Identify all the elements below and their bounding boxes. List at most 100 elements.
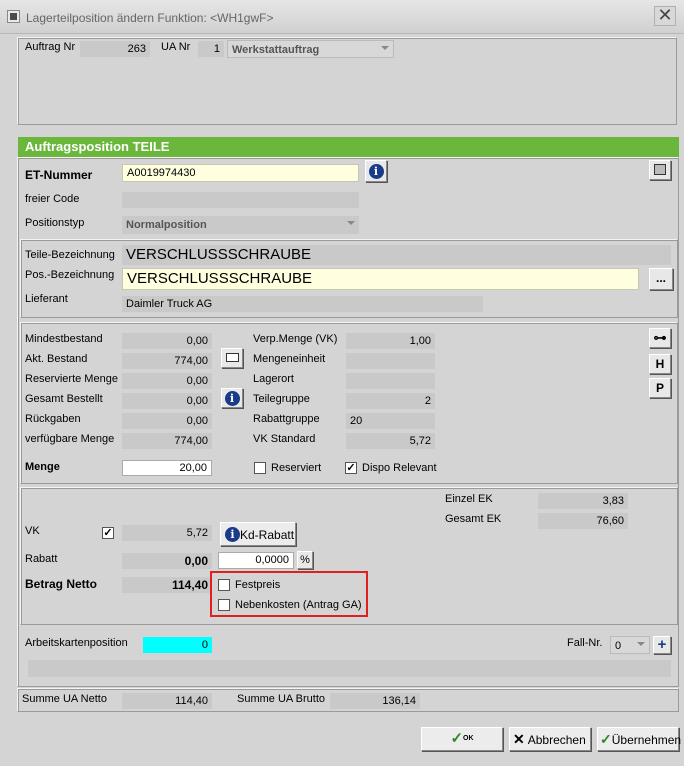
teile-bezeichnung-label: Teile-Bezeichnung — [25, 249, 115, 261]
key-icon: ⊶ — [653, 330, 667, 345]
ua-nr-field: 1 — [198, 41, 224, 57]
betrag-netto-field: 114,40 — [122, 577, 212, 593]
reservierte-menge-field: 0,00 — [122, 373, 212, 389]
freier-code-label: freier Code — [25, 193, 80, 205]
lieferant-label: Lieferant — [25, 293, 68, 305]
uebernehmen-label: Übernehmen — [611, 733, 682, 747]
positionstyp-select[interactable]: Normalposition — [122, 216, 359, 234]
betrag-netto-label: Betrag Netto — [25, 577, 98, 591]
abbrechen-button[interactable]: ✕ Abbrechen — [509, 727, 591, 751]
pos-bezeichnung-more-button[interactable]: ... — [649, 268, 673, 290]
gesamt-bestellt-field: 0,00 — [122, 393, 212, 409]
menge-input[interactable]: 20,00 — [122, 460, 212, 476]
dispo-relevant-checkbox[interactable]: ✓ — [345, 462, 357, 474]
section-header: Auftragsposition TEILE — [18, 137, 679, 157]
mengeneinheit-field — [346, 353, 435, 369]
verp-menge-field: 1,00 — [346, 333, 435, 349]
prozent-button[interactable]: % — [297, 551, 313, 569]
auftrag-nr-label: Auftrag Nr — [25, 41, 76, 53]
festpreis-label: Festpreis — [235, 579, 281, 591]
chevron-down-icon — [347, 221, 355, 225]
summe-brutto-field: 136,14 — [330, 693, 420, 709]
auftragsart-value: Werkstattauftrag — [232, 44, 320, 56]
calculator-icon — [654, 164, 666, 175]
festpreis-checkbox[interactable] — [218, 579, 230, 591]
calculator-button[interactable] — [649, 160, 671, 180]
checkmark-icon: ✓ — [103, 527, 113, 539]
chevron-down-icon — [381, 46, 389, 50]
rueckgaben-field: 0,00 — [122, 413, 212, 429]
rabatt-label: Rabatt — [25, 553, 58, 565]
checkmark-icon: ✓ — [600, 731, 612, 747]
einzel-ek-field: 3,83 — [538, 493, 628, 509]
gesamt-bestellt-label: Gesamt Bestellt — [25, 393, 103, 405]
lagerort-label: Lagerort — [253, 373, 294, 385]
verfuegbare-menge-label: verfügbare Menge — [25, 433, 115, 445]
title-bar: Lagerteilposition ändern Funktion: <WH1g… — [0, 0, 684, 34]
rabattgruppe-field: 20 — [346, 413, 435, 429]
auftragsart-select[interactable]: Werkstattauftrag — [227, 40, 394, 58]
vk-label: VK — [25, 525, 40, 537]
note-icon — [225, 353, 239, 362]
summe-netto-label: Summe UA Netto — [22, 693, 107, 705]
vk-standard-field: 5,72 — [346, 433, 435, 449]
verp-menge-label: Verp.Menge (VK) — [253, 333, 338, 345]
arbeitskarte-description-field — [28, 660, 671, 677]
freier-code-field[interactable] — [122, 192, 359, 208]
dispo-relevant-label: Dispo Relevant — [362, 462, 437, 474]
p-button[interactable]: P — [649, 378, 671, 398]
abbrechen-label: Abbrechen — [527, 733, 586, 747]
summe-brutto-label: Summe UA Brutto — [237, 693, 326, 705]
mengeneinheit-label: Mengeneinheit — [253, 353, 326, 365]
uebernehmen-button[interactable]: ✓Übernehmen — [597, 727, 682, 751]
key-button[interactable]: ⊶ — [649, 328, 671, 348]
section-title: Auftragsposition TEILE — [25, 139, 170, 154]
lagerort-field — [346, 373, 435, 389]
et-info-button[interactable]: i — [365, 160, 387, 182]
ok-button[interactable]: ✓OK — [421, 727, 503, 751]
bestand-note-button[interactable] — [221, 348, 243, 368]
add-fall-button[interactable]: + — [653, 636, 671, 654]
teilegruppe-label: Teilegruppe — [253, 393, 310, 405]
menge-label: Menge — [25, 461, 60, 473]
reservierte-menge-label: Reservierte Menge — [25, 373, 118, 385]
h-button[interactable]: H — [649, 354, 671, 374]
checkmark-icon: ✓ — [346, 462, 356, 474]
kd-rabatt-button[interactable]: i Kd-Rabatt — [220, 522, 296, 546]
et-nummer-label: ET-Nummer — [25, 168, 93, 182]
nebenkosten-checkbox[interactable] — [218, 599, 230, 611]
info-icon: i — [225, 527, 240, 543]
vk-checkbox[interactable]: ✓ — [102, 527, 114, 539]
reserviert-checkbox[interactable] — [254, 462, 266, 474]
mindestbestand-label: Mindestbestand — [25, 333, 103, 345]
arbeitskarte-field[interactable]: 0 — [143, 637, 212, 653]
check-icon: ✓ — [450, 730, 464, 747]
rabatt-prozent-input[interactable]: 0,0000 — [218, 552, 294, 569]
vk-standard-label: VK Standard — [253, 433, 316, 445]
et-nummer-input[interactable]: A0019974430 — [122, 164, 359, 182]
vk-field: 5,72 — [122, 525, 212, 541]
rueckgaben-label: Rückgaben — [25, 413, 81, 425]
lieferant-field: Daimler Truck AG — [122, 296, 483, 312]
summe-netto-field: 114,40 — [122, 693, 212, 709]
teile-bezeichnung-field: VERSCHLUSSSCHRAUBE — [122, 245, 671, 265]
window-title: Lagerteilposition ändern Funktion: <WH1g… — [26, 11, 274, 25]
ok-label: OK — [463, 735, 474, 742]
window-icon — [7, 10, 20, 23]
fall-nr-label: Fall-Nr. — [567, 637, 603, 649]
ua-nr-label: UA Nr — [161, 41, 191, 53]
fall-nr-select[interactable]: 0 — [610, 636, 650, 654]
mindestbestand-field: 0,00 — [122, 333, 212, 349]
x-icon: ✕ — [513, 731, 525, 747]
bestand-info-button[interactable]: i — [221, 388, 243, 408]
teilegruppe-field: 2 — [346, 393, 435, 409]
reserviert-label: Reserviert — [271, 462, 322, 474]
gesamt-ek-label: Gesamt EK — [445, 513, 502, 525]
pos-bezeichnung-input[interactable]: VERSCHLUSSSCHRAUBE — [122, 268, 639, 290]
verfuegbare-menge-field: 774,00 — [122, 433, 212, 449]
fall-nr-value: 0 — [615, 640, 622, 652]
info-icon: i — [368, 164, 384, 179]
nebenkosten-label: Nebenkosten (Antrag GA) — [235, 599, 362, 611]
kd-rabatt-label: Kd-Rabatt — [240, 527, 295, 542]
close-button[interactable]: ✕ — [654, 6, 676, 26]
